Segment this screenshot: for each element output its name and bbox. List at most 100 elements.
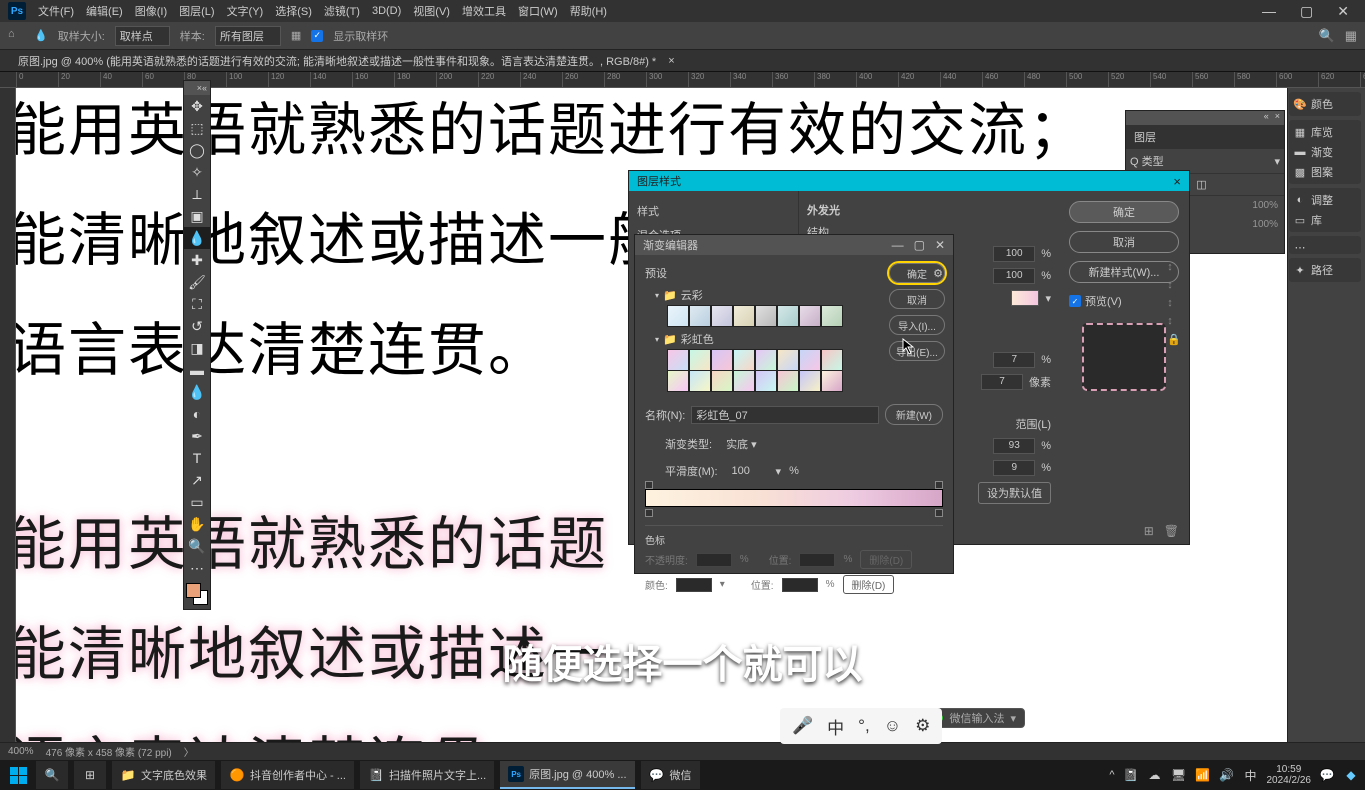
grad-cancel-button[interactable]: 取消: [889, 289, 945, 309]
grad-ok-button[interactable]: 确定: [889, 263, 945, 283]
stamp-tool[interactable]: ⛶: [184, 293, 210, 315]
ime-gear-icon[interactable]: ⚙: [915, 716, 930, 736]
workspace-icon[interactable]: ▦: [1345, 28, 1357, 44]
dodge-tool[interactable]: ◐: [184, 403, 210, 425]
ime-mic-icon[interactable]: 🎤: [792, 716, 813, 736]
grad-swatch[interactable]: [711, 305, 733, 327]
home-icon[interactable]: ⌂: [8, 28, 24, 44]
grad-close-icon[interactable]: ✕: [935, 238, 945, 252]
zoom-tool[interactable]: 🔍: [184, 535, 210, 557]
eraser-tool[interactable]: ◨: [184, 337, 210, 359]
eyedropper-tool[interactable]: 💧: [184, 227, 210, 249]
lasso-tool[interactable]: ◯: [184, 139, 210, 161]
wand-tool[interactable]: ✧: [184, 161, 210, 183]
status-zoom[interactable]: 400%: [8, 746, 34, 757]
grad-swatch[interactable]: [821, 305, 843, 327]
sample-size-select[interactable]: 取样点: [115, 26, 170, 46]
ls-val-1[interactable]: 100: [993, 246, 1035, 262]
grad-swatch[interactable]: [799, 349, 821, 371]
search-icon[interactable]: 🔍: [1319, 28, 1335, 44]
options-overlay-icon[interactable]: ▦: [291, 29, 301, 42]
shape-tool[interactable]: ▭: [184, 491, 210, 513]
grad-type-select[interactable]: 实底 ▾: [720, 435, 771, 453]
grad-swatch[interactable]: [667, 349, 689, 371]
grad-swatch[interactable]: [711, 349, 733, 371]
grad-smooth-input[interactable]: 100: [726, 464, 768, 478]
frame-tool[interactable]: ▣: [184, 205, 210, 227]
grad-swatch[interactable]: [821, 349, 843, 371]
grad-swatch[interactable]: [799, 305, 821, 327]
dock-color[interactable]: 🎨颜色: [1293, 96, 1357, 112]
document-tab[interactable]: 原图.jpg @ 400% (能用英语就熟悉的话题进行有效的交流; 能清晰地叙述…: [10, 51, 664, 71]
ls-cancel-button[interactable]: 取消: [1069, 231, 1179, 253]
tray-onenote-icon[interactable]: 📓: [1123, 767, 1139, 783]
tab-close-icon[interactable]: ×: [668, 55, 674, 67]
menu-plugins[interactable]: 增效工具: [458, 1, 510, 21]
grad-swatch[interactable]: [755, 370, 777, 392]
ls-default-button[interactable]: 设为默认值: [978, 482, 1051, 504]
move-tool[interactable]: ✥: [184, 95, 210, 117]
menu-text[interactable]: 文字(Y): [223, 1, 268, 21]
layers-filter-icon[interactable]: ▾: [1274, 155, 1280, 168]
dock-adjust[interactable]: ◐调整: [1293, 192, 1357, 208]
brush-tool[interactable]: 🖌: [184, 271, 210, 293]
ls-ok-button[interactable]: 确定: [1069, 201, 1179, 223]
tray-clock[interactable]: 10:592024/2/26: [1267, 764, 1312, 786]
ime-punc-icon[interactable]: °,: [858, 716, 870, 736]
gradient-tool[interactable]: ▬: [184, 359, 210, 381]
grad-swatch[interactable]: [777, 370, 799, 392]
grad-swatch[interactable]: [667, 305, 689, 327]
grad-delete-color[interactable]: 删除(D): [843, 575, 895, 594]
hand-tool[interactable]: ✋: [184, 513, 210, 535]
menu-3d[interactable]: 3D(D): [368, 3, 405, 19]
dock-paths[interactable]: ✦路径: [1293, 262, 1357, 278]
eyedropper-icon[interactable]: 💧: [34, 29, 48, 42]
blur-tool[interactable]: 💧: [184, 381, 210, 403]
tray-up-icon[interactable]: ^: [1109, 769, 1114, 781]
grad-swatch[interactable]: [711, 370, 733, 392]
ls-color-swatch[interactable]: [1011, 290, 1039, 306]
ls-new-icon[interactable]: ⊞: [1144, 524, 1154, 538]
ime-emoji-icon[interactable]: ☺: [884, 716, 901, 736]
grad-swatch[interactable]: [689, 349, 711, 371]
ls-new-style-button[interactable]: 新建样式(W)...: [1069, 261, 1179, 283]
crop-tool[interactable]: ⟂: [184, 183, 210, 205]
grad-swatch[interactable]: [689, 305, 711, 327]
menu-view[interactable]: 视图(V): [409, 1, 454, 21]
menu-image[interactable]: 图像(I): [131, 1, 171, 21]
grad-swatch[interactable]: [777, 349, 799, 371]
tray-network-icon[interactable]: 🖥: [1171, 767, 1187, 783]
layers-search[interactable]: Q 类型: [1130, 153, 1164, 169]
maximize-icon[interactable]: ▢: [1296, 1, 1317, 22]
menu-select[interactable]: 选择(S): [271, 1, 316, 21]
ime-toolbar[interactable]: 🎤 中 °, ☺ ⚙: [780, 708, 942, 744]
heal-tool[interactable]: ✚: [184, 249, 210, 271]
taskbar-item-2[interactable]: 🟠抖音创作者中心 - ...: [221, 761, 354, 789]
more-tools[interactable]: ⋯: [184, 557, 210, 579]
grad-export-button[interactable]: 导出(E)...: [889, 341, 945, 361]
close-icon[interactable]: ✕: [1333, 1, 1353, 22]
dock-preview[interactable]: ▦库览: [1293, 124, 1357, 140]
task-view[interactable]: ⊞: [74, 761, 106, 789]
menu-layer[interactable]: 图层(L): [175, 1, 218, 21]
grad-swatch[interactable]: [755, 305, 777, 327]
history-brush-tool[interactable]: ↺: [184, 315, 210, 337]
grad-name-input[interactable]: [691, 406, 879, 424]
sample-select[interactable]: 所有图层: [215, 26, 281, 46]
ls-val-3[interactable]: 7: [993, 352, 1035, 368]
taskbar-item-5[interactable]: 💬微信: [641, 761, 700, 789]
menu-file[interactable]: 文件(F): [34, 1, 78, 21]
taskbar-item-1[interactable]: 📁文字底色效果: [112, 761, 215, 789]
tray-notification-icon[interactable]: 💬: [1319, 767, 1335, 783]
ime-lang-icon[interactable]: 中: [827, 714, 844, 739]
toolbox-collapse-icon[interactable]: «: [202, 83, 207, 93]
dock-pattern[interactable]: ▩图案: [1293, 164, 1357, 180]
grad-swatch[interactable]: [777, 305, 799, 327]
layers-collapse-icon[interactable]: «: [1264, 111, 1269, 125]
grad-import-button[interactable]: 导入(I)...: [889, 315, 945, 335]
grad-min-icon[interactable]: —: [892, 238, 904, 252]
grad-swatch[interactable]: [689, 370, 711, 392]
grad-swatch[interactable]: [733, 349, 755, 371]
layer-style-close-icon[interactable]: ×: [1173, 174, 1181, 189]
ls-val-2[interactable]: 100: [993, 268, 1035, 284]
